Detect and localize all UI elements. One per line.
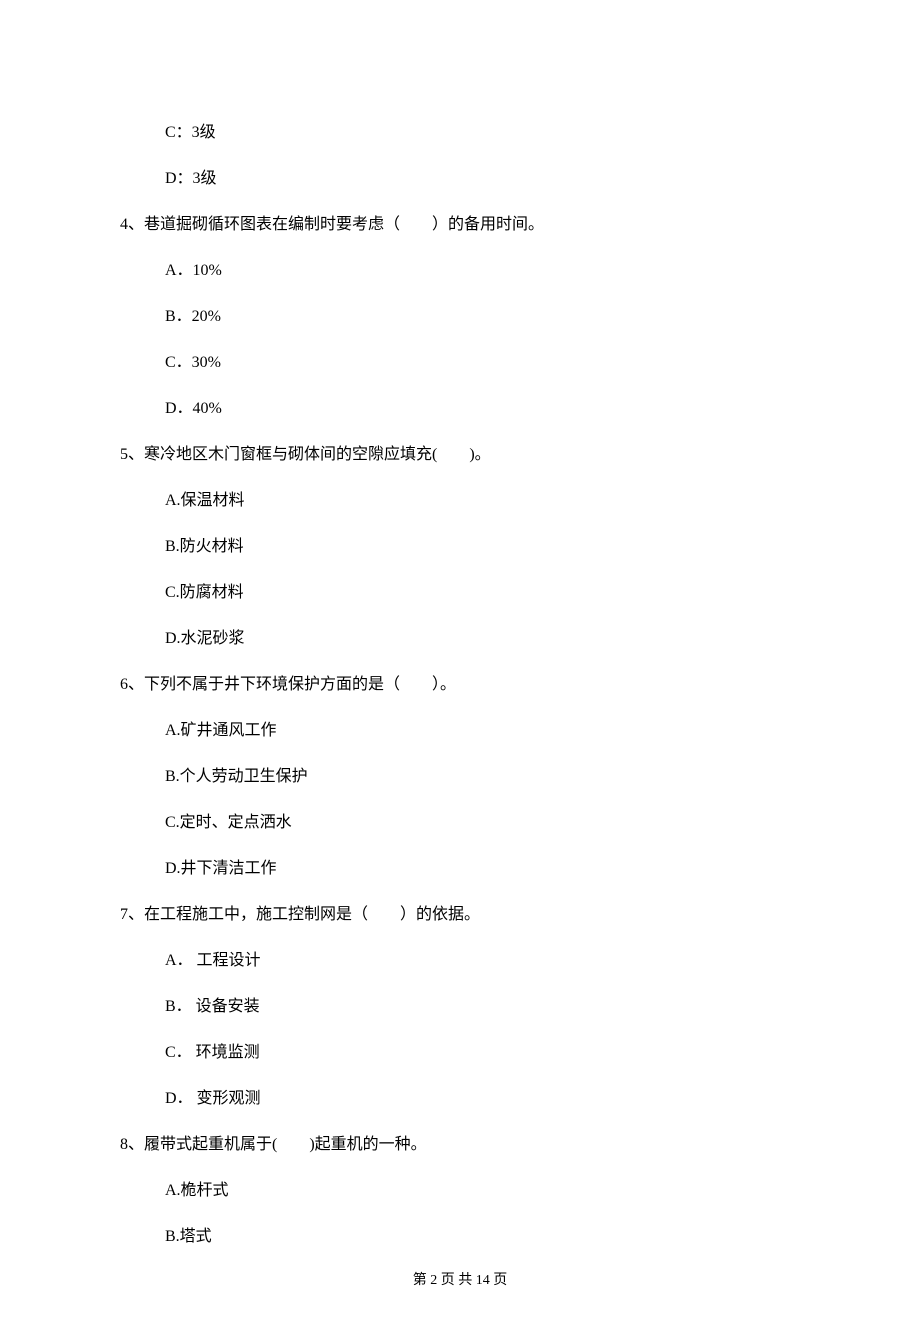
question-7-stem: 7、在工程施工中，施工控制网是（ ）的依据。 bbox=[120, 892, 800, 938]
question-4-stem: 4、巷道掘砌循环图表在编制时要考虑（ ）的备用时间。 bbox=[120, 202, 800, 248]
page: C：3级 D：3级 4、巷道掘砌循环图表在编制时要考虑（ ）的备用时间。 A．1… bbox=[0, 0, 920, 1331]
question-5-option-c: C.防腐材料 bbox=[120, 570, 800, 616]
question-7-option-b: B． 设备安装 bbox=[120, 984, 800, 1030]
question-8-option-b: B.塔式 bbox=[120, 1214, 800, 1260]
question-8-option-a: A.桅杆式 bbox=[120, 1168, 800, 1214]
question-6-option-c: C.定时、定点洒水 bbox=[120, 800, 800, 846]
question-7-option-d: D． 变形观测 bbox=[120, 1076, 800, 1122]
question-6-stem: 6、下列不属于井下环境保护方面的是（ ）。 bbox=[120, 662, 800, 708]
option-pre-c: C：3级 bbox=[120, 110, 800, 156]
question-5-option-a: A.保温材料 bbox=[120, 478, 800, 524]
question-4-option-a: A．10% bbox=[120, 248, 800, 294]
question-6-option-a: A.矿井通风工作 bbox=[120, 708, 800, 754]
question-6-option-d: D.井下清洁工作 bbox=[120, 846, 800, 892]
question-6-option-b: B.个人劳动卫生保护 bbox=[120, 754, 800, 800]
question-7-option-a: A． 工程设计 bbox=[120, 938, 800, 984]
question-4-option-c: C．30% bbox=[120, 340, 800, 386]
question-5-option-d: D.水泥砂浆 bbox=[120, 616, 800, 662]
question-7-option-c: C． 环境监测 bbox=[120, 1030, 800, 1076]
question-5-stem: 5、寒冷地区木门窗框与砌体间的空隙应填充( )。 bbox=[120, 432, 800, 478]
question-4-option-b: B．20% bbox=[120, 294, 800, 340]
question-8-stem: 8、履带式起重机属于( )起重机的一种。 bbox=[120, 1122, 800, 1168]
option-pre-d: D：3级 bbox=[120, 156, 800, 202]
page-footer: 第 2 页 共 14 页 bbox=[120, 1260, 800, 1291]
question-5-option-b: B.防火材料 bbox=[120, 524, 800, 570]
question-4-option-d: D．40% bbox=[120, 386, 800, 432]
